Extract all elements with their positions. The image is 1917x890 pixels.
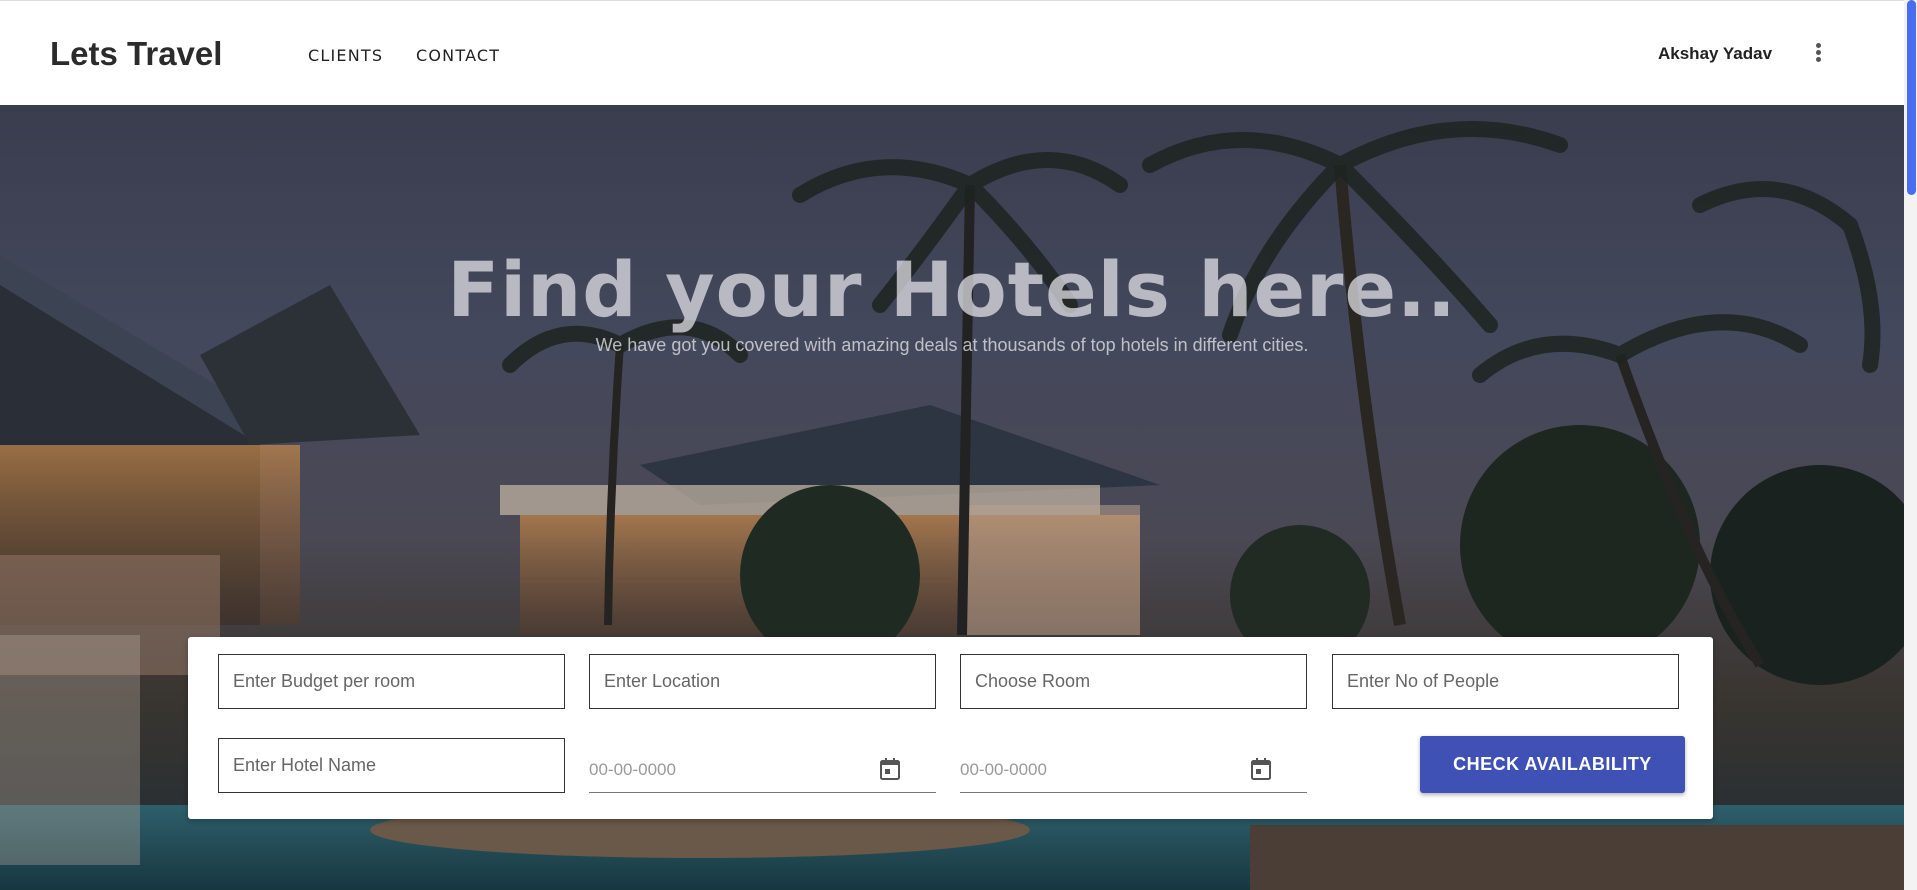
check-availability-button[interactable]: CHECK AVAILABILITY — [1420, 736, 1685, 793]
nav-contact[interactable]: CONTACT — [416, 46, 500, 65]
user-name[interactable]: Akshay Yadav — [1658, 44, 1772, 64]
calendar-icon[interactable] — [880, 758, 900, 780]
budget-field[interactable] — [218, 654, 565, 709]
budget-input[interactable] — [219, 655, 564, 708]
search-form: 00-00-0000 00-00-0000 CHECK AVAILABILITY — [188, 637, 1713, 819]
room-input[interactable] — [961, 655, 1306, 708]
checkout-date-value: 00-00-0000 — [960, 760, 1047, 779]
location-field[interactable] — [589, 654, 936, 709]
room-field[interactable] — [960, 654, 1307, 709]
hero-title: Find your Hotels here.. — [447, 245, 1457, 334]
hero-subtitle: We have got you covered with amazing dea… — [595, 335, 1309, 355]
hotel-name-input[interactable] — [219, 739, 564, 792]
page-scrollbar[interactable] — [1904, 0, 1917, 890]
checkout-date-field[interactable]: 00-00-0000 — [960, 748, 1307, 793]
brand-logo[interactable]: Lets Travel — [50, 35, 222, 73]
people-input[interactable] — [1333, 655, 1678, 708]
calendar-icon[interactable] — [1251, 758, 1271, 780]
checkin-date-value: 00-00-0000 — [589, 760, 676, 779]
more-vert-icon[interactable] — [1806, 41, 1830, 69]
nav-clients[interactable]: CLIENTS — [308, 46, 383, 65]
location-input[interactable] — [590, 655, 935, 708]
people-field[interactable] — [1332, 654, 1679, 709]
hotel-name-field[interactable] — [218, 738, 565, 793]
top-navbar: Lets Travel CLIENTS CONTACT Akshay Yadav — [0, 0, 1904, 105]
scrollbar-thumb[interactable] — [1907, 0, 1916, 195]
checkin-date-field[interactable]: 00-00-0000 — [589, 748, 936, 793]
